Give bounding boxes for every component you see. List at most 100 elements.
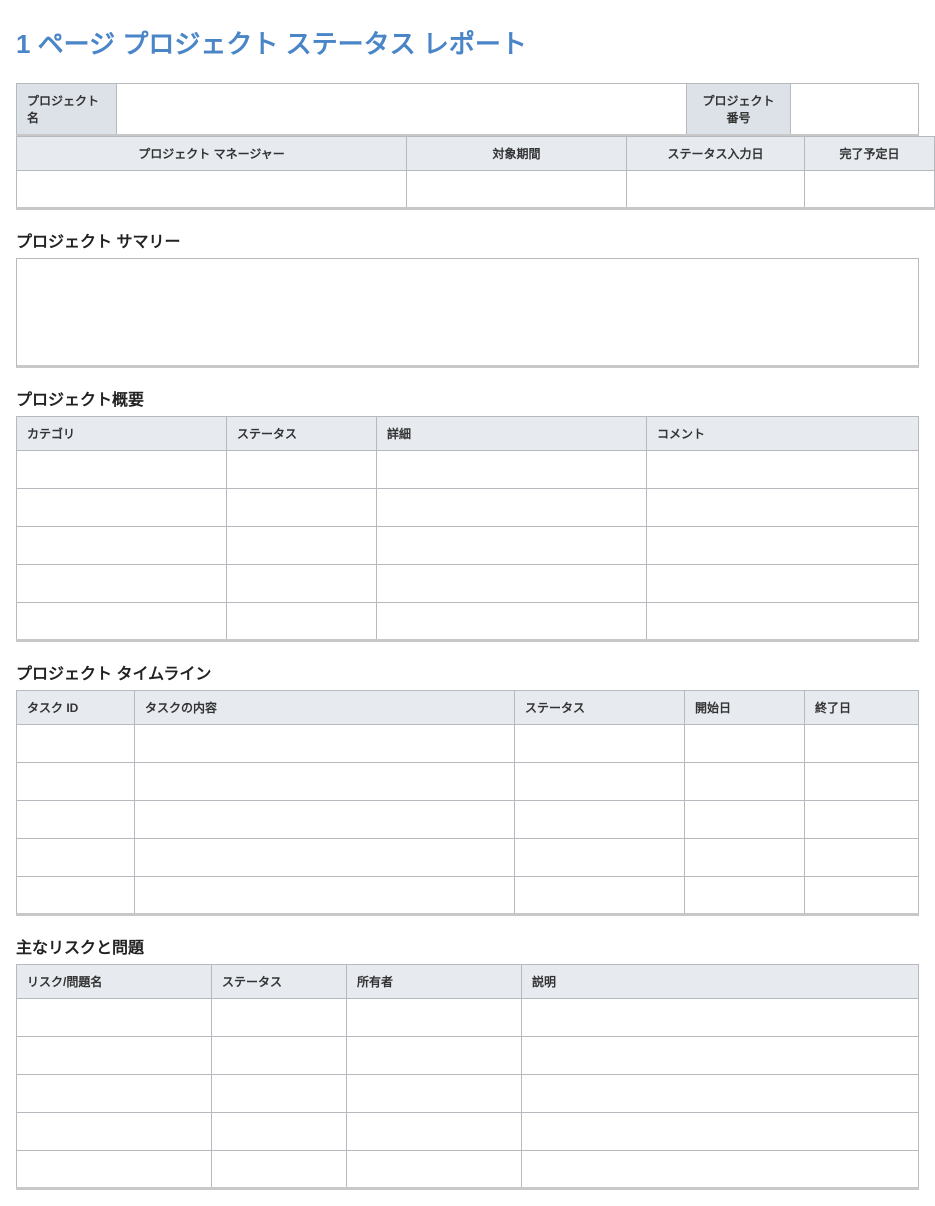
risk-status-cell[interactable] bbox=[212, 1151, 347, 1189]
risk-status-cell[interactable] bbox=[212, 1075, 347, 1113]
overview-table: カテゴリ ステータス 詳細 コメント bbox=[16, 416, 919, 642]
overview-status-cell[interactable] bbox=[227, 565, 377, 603]
timeline-status-cell[interactable] bbox=[515, 763, 685, 801]
risk-desc-cell[interactable] bbox=[522, 1113, 919, 1151]
risk-owner-cell[interactable] bbox=[347, 1151, 522, 1189]
table-row bbox=[17, 1113, 919, 1151]
table-row bbox=[17, 763, 919, 801]
timeline-end-cell[interactable] bbox=[805, 877, 919, 915]
timeline-status-cell[interactable] bbox=[515, 877, 685, 915]
project-name-label: プロジェクト名 bbox=[17, 84, 117, 136]
pm-cell[interactable] bbox=[17, 171, 407, 209]
period-label: 対象期間 bbox=[407, 137, 627, 171]
timeline-task-id-cell[interactable] bbox=[17, 877, 135, 915]
timeline-start-cell[interactable] bbox=[685, 763, 805, 801]
timeline-task-desc-cell[interactable] bbox=[135, 725, 515, 763]
overview-comment-cell[interactable] bbox=[647, 527, 919, 565]
risk-owner-cell[interactable] bbox=[347, 999, 522, 1037]
overview-category-cell[interactable] bbox=[17, 451, 227, 489]
risks-heading: 主なリスクと問題 bbox=[16, 934, 919, 958]
overview-comment-cell[interactable] bbox=[647, 603, 919, 641]
timeline-start-cell[interactable] bbox=[685, 877, 805, 915]
overview-detail-cell[interactable] bbox=[377, 603, 647, 641]
overview-comment-cell[interactable] bbox=[647, 565, 919, 603]
timeline-task-id-cell[interactable] bbox=[17, 839, 135, 877]
timeline-col-start: 開始日 bbox=[685, 691, 805, 725]
risk-name-cell[interactable] bbox=[17, 1151, 212, 1189]
risks-col-name: リスク/問題名 bbox=[17, 965, 212, 999]
timeline-heading: プロジェクト タイムライン bbox=[16, 660, 919, 684]
project-number-cell[interactable] bbox=[791, 84, 919, 136]
page-title: 1 ページ プロジェクト ステータス レポート bbox=[16, 24, 919, 61]
summary-box[interactable] bbox=[16, 258, 919, 368]
risk-owner-cell[interactable] bbox=[347, 1075, 522, 1113]
status-date-label: ステータス入力日 bbox=[627, 137, 805, 171]
overview-category-cell[interactable] bbox=[17, 603, 227, 641]
table-row bbox=[17, 725, 919, 763]
overview-category-cell[interactable] bbox=[17, 489, 227, 527]
timeline-task-id-cell[interactable] bbox=[17, 801, 135, 839]
risk-desc-cell[interactable] bbox=[522, 1151, 919, 1189]
timeline-end-cell[interactable] bbox=[805, 725, 919, 763]
risk-name-cell[interactable] bbox=[17, 999, 212, 1037]
overview-category-cell[interactable] bbox=[17, 527, 227, 565]
overview-comment-cell[interactable] bbox=[647, 451, 919, 489]
risk-name-cell[interactable] bbox=[17, 1075, 212, 1113]
risk-status-cell[interactable] bbox=[212, 999, 347, 1037]
overview-col-detail: 詳細 bbox=[377, 417, 647, 451]
timeline-task-desc-cell[interactable] bbox=[135, 801, 515, 839]
table-row bbox=[17, 999, 919, 1037]
timeline-start-cell[interactable] bbox=[685, 839, 805, 877]
overview-detail-cell[interactable] bbox=[377, 489, 647, 527]
status-date-cell[interactable] bbox=[627, 171, 805, 209]
overview-detail-cell[interactable] bbox=[377, 451, 647, 489]
due-date-cell[interactable] bbox=[805, 171, 935, 209]
table-row bbox=[17, 1037, 919, 1075]
risk-desc-cell[interactable] bbox=[522, 999, 919, 1037]
overview-comment-cell[interactable] bbox=[647, 489, 919, 527]
overview-detail-cell[interactable] bbox=[377, 565, 647, 603]
overview-status-cell[interactable] bbox=[227, 451, 377, 489]
timeline-col-end: 終了日 bbox=[805, 691, 919, 725]
timeline-task-id-cell[interactable] bbox=[17, 725, 135, 763]
risk-name-cell[interactable] bbox=[17, 1113, 212, 1151]
risk-status-cell[interactable] bbox=[212, 1113, 347, 1151]
risk-owner-cell[interactable] bbox=[347, 1037, 522, 1075]
overview-status-cell[interactable] bbox=[227, 603, 377, 641]
overview-detail-cell[interactable] bbox=[377, 527, 647, 565]
project-header-table: プロジェクト名 プロジェクト番号 bbox=[16, 83, 919, 137]
timeline-status-cell[interactable] bbox=[515, 839, 685, 877]
timeline-end-cell[interactable] bbox=[805, 763, 919, 801]
overview-status-cell[interactable] bbox=[227, 527, 377, 565]
risks-col-status: ステータス bbox=[212, 965, 347, 999]
summary-heading: プロジェクト サマリー bbox=[16, 228, 919, 252]
timeline-start-cell[interactable] bbox=[685, 725, 805, 763]
period-cell[interactable] bbox=[407, 171, 627, 209]
table-row bbox=[17, 839, 919, 877]
risk-desc-cell[interactable] bbox=[522, 1075, 919, 1113]
timeline-end-cell[interactable] bbox=[805, 839, 919, 877]
table-row bbox=[17, 603, 919, 641]
timeline-status-cell[interactable] bbox=[515, 801, 685, 839]
overview-status-cell[interactable] bbox=[227, 489, 377, 527]
project-name-cell[interactable] bbox=[117, 84, 687, 136]
project-number-label: プロジェクト番号 bbox=[687, 84, 791, 136]
risk-status-cell[interactable] bbox=[212, 1037, 347, 1075]
timeline-task-desc-cell[interactable] bbox=[135, 877, 515, 915]
pm-label: プロジェクト マネージャー bbox=[17, 137, 407, 171]
risk-owner-cell[interactable] bbox=[347, 1113, 522, 1151]
risk-name-cell[interactable] bbox=[17, 1037, 212, 1075]
table-row bbox=[17, 565, 919, 603]
timeline-task-desc-cell[interactable] bbox=[135, 763, 515, 801]
overview-category-cell[interactable] bbox=[17, 565, 227, 603]
due-date-label: 完了予定日 bbox=[805, 137, 935, 171]
timeline-task-id-cell[interactable] bbox=[17, 763, 135, 801]
table-row bbox=[17, 527, 919, 565]
risk-desc-cell[interactable] bbox=[522, 1037, 919, 1075]
timeline-col-task-id: タスク ID bbox=[17, 691, 135, 725]
timeline-end-cell[interactable] bbox=[805, 801, 919, 839]
timeline-task-desc-cell[interactable] bbox=[135, 839, 515, 877]
risks-col-desc: 説明 bbox=[522, 965, 919, 999]
timeline-start-cell[interactable] bbox=[685, 801, 805, 839]
timeline-status-cell[interactable] bbox=[515, 725, 685, 763]
